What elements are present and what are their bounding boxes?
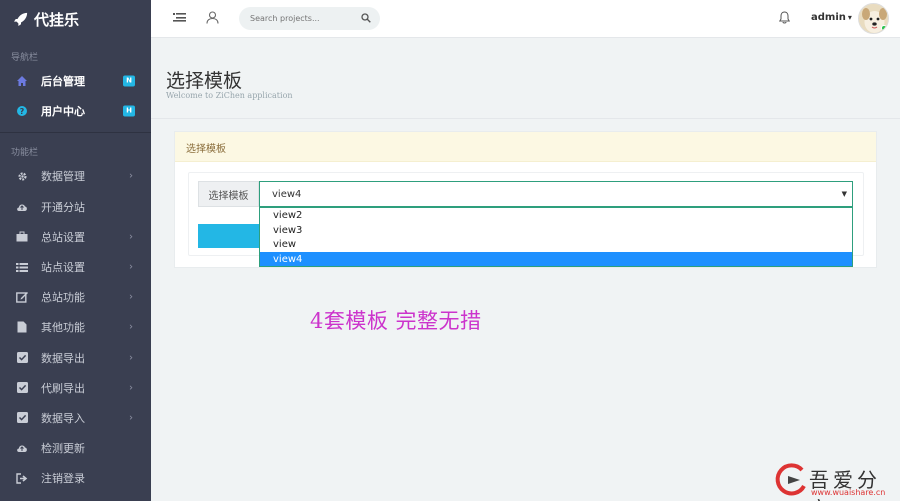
avatar[interactable] [858, 3, 889, 34]
briefcase-icon [16, 231, 28, 243]
sidebar: 代挂乐 导航栏 后台管理 N ? 用户中心 H 功能栏 数据管理 › 开通分站总站设… [0, 0, 151, 501]
edit-icon [16, 291, 28, 303]
question-circle-icon: ? [16, 105, 28, 117]
search-box[interactable] [239, 7, 380, 30]
watermark-logo-icon [775, 463, 806, 496]
sidebar-item-label: 代刷导出 [41, 381, 85, 395]
chevron-right-icon: › [129, 352, 133, 364]
sidebar-item-4[interactable]: 总站功能 › [0, 282, 151, 312]
sign-out-icon [16, 472, 28, 484]
sidebar-item-label: 总站功能 [41, 291, 85, 305]
cloud-upload-icon [16, 442, 28, 454]
brand-name: 代挂乐 [34, 10, 80, 29]
template-dropdown-list: view2 view3 view view4 [259, 207, 853, 267]
bell-icon[interactable] [778, 11, 791, 27]
chevron-right-icon: › [129, 291, 133, 303]
user-name: admin [811, 12, 846, 23]
sidebar-item-label: 用户中心 [41, 105, 85, 119]
check-square-icon [16, 352, 28, 364]
chevron-right-icon: › [129, 261, 133, 273]
sidebar-item-label: 数据导入 [41, 411, 85, 425]
chevron-right-icon: › [129, 321, 133, 333]
sidebar-item-5[interactable]: 其他功能 › [0, 312, 151, 342]
sidebar-item-label: 其他功能 [41, 321, 85, 335]
divider [151, 118, 900, 119]
sidebar-item-label: 后台管理 [41, 75, 85, 89]
panel-heading: 选择模板 [175, 132, 876, 162]
section-header-nav: 导航栏 [11, 53, 39, 63]
dropdown-option[interactable]: view3 [260, 223, 852, 238]
check-square-icon [16, 382, 28, 394]
dropdown-option[interactable]: view2 [260, 208, 852, 223]
svg-text:?: ? [20, 107, 25, 116]
file-icon [16, 321, 28, 333]
sidebar-item-label: 数据导出 [41, 351, 85, 365]
caret-down-icon: ▾ [847, 13, 852, 22]
dropdown-option-selected[interactable]: view4 [260, 251, 852, 267]
template-select[interactable]: view4 ▼ [259, 181, 853, 207]
rocket-icon [14, 12, 28, 26]
search-icon[interactable] [361, 13, 371, 26]
sidebar-item-label: 总站设置 [41, 230, 85, 244]
chevron-right-icon: › [129, 170, 133, 182]
watermark: 吾爱分享 www.wuaishare.cn [770, 458, 900, 501]
sidebar-item-label: 数据管理 [41, 170, 85, 184]
gear-icon [16, 170, 28, 182]
brand[interactable]: 代挂乐 [0, 0, 151, 38]
chevron-right-icon: › [129, 412, 133, 424]
sidebar-item-3[interactable]: 站点设置 › [0, 252, 151, 282]
list-icon [16, 261, 28, 273]
sidebar-item-2[interactable]: 总站设置 › [0, 222, 151, 252]
menu-toggle-icon[interactable] [173, 11, 186, 27]
dropdown-arrow-icon: ▼ [841, 190, 847, 198]
function-menu: 数据管理 › 开通分站 总站设置 › 站点设置 › 总站功能 › 其他功能 › 数据导出 › 代刷导出 › 数… [0, 161, 151, 493]
user-menu[interactable]: admin ▾ [811, 12, 852, 23]
new-badge: N [123, 75, 135, 87]
sidebar-item-0[interactable]: 数据管理 › [0, 161, 151, 191]
user-icon[interactable] [206, 11, 219, 27]
chevron-right-icon: › [129, 231, 133, 243]
submit-button[interactable] [198, 224, 260, 248]
sidebar-item-user-center[interactable]: ? 用户中心 H [0, 96, 151, 126]
promo-text: 4套模板 完整无措 [310, 309, 482, 333]
chevron-right-icon: › [129, 382, 133, 394]
sidebar-item-label: 注销登录 [41, 472, 85, 486]
search-input[interactable] [239, 7, 349, 30]
sidebar-item-label: 开通分站 [41, 200, 85, 214]
template-field-label: 选择模板 [198, 181, 259, 207]
check-square-icon [16, 412, 28, 424]
sidebar-item-9[interactable]: 检测更新 [0, 433, 151, 463]
sidebar-item-1[interactable]: 开通分站 [0, 192, 151, 222]
hot-badge: H [123, 105, 135, 117]
page-subtitle: Welcome to ZiChen application [166, 91, 293, 100]
watermark-url: www.wuaishare.cn [811, 488, 886, 497]
sidebar-item-label: 检测更新 [41, 442, 85, 456]
home-icon [16, 75, 28, 87]
sidebar-item-10[interactable]: 注销登录 [0, 463, 151, 493]
sidebar-item-7[interactable]: 代刷导出 › [0, 373, 151, 403]
online-status-dot [881, 25, 887, 31]
top-header: admin▾ [151, 0, 900, 38]
section-header-func: 功能栏 [11, 148, 39, 159]
page-title: 选择模板 [166, 70, 243, 92]
cloud-upload-icon [16, 201, 28, 213]
sidebar-item-admin[interactable]: 后台管理 N [0, 66, 151, 96]
sidebar-item-label: 站点设置 [41, 261, 85, 275]
dropdown-option[interactable]: view [260, 237, 852, 252]
select-value: view4 [272, 189, 302, 200]
sidebar-item-6[interactable]: 数据导出 › [0, 343, 151, 373]
sidebar-item-8[interactable]: 数据导入 › [0, 403, 151, 433]
